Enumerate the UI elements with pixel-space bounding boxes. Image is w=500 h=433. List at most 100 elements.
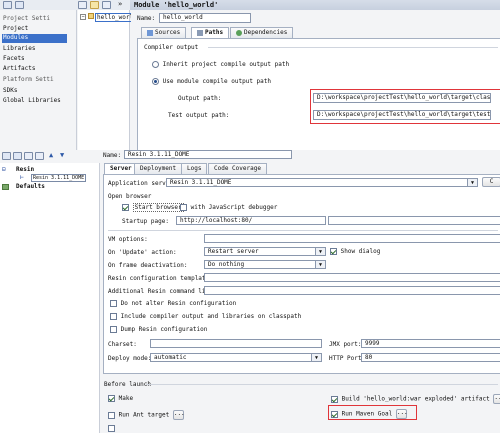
build-artifact-ellipsis-button[interactable]: ... [493, 394, 500, 404]
name-field[interactable]: hello_world [159, 13, 251, 23]
nav-item-modules: Modules [3, 34, 29, 41]
remove-config-icon[interactable] [13, 152, 22, 160]
run-ant-label: Run Ant target [118, 411, 170, 419]
http-port-field[interactable]: 80 [361, 353, 500, 362]
dump-resin-option[interactable]: Dump Resin configuration [110, 326, 207, 333]
resin-icon: ⊟ [2, 166, 6, 173]
add-config-icon[interactable] [2, 152, 11, 160]
chevron-down-icon: ▼ [315, 261, 325, 268]
tab-code-coverage[interactable]: Code Coverage [208, 163, 267, 174]
bottom-panel: ▲ ▼ Name: Resin 3.1.11_DOME ⊟ Resin ⊢ Re… [0, 150, 500, 433]
http-port-label: HTTP Port: [329, 355, 366, 362]
settings-nav: Project Setti Project Modules Libraries … [0, 10, 77, 150]
app-server-value: Resin 3.1.11_DOME [170, 179, 232, 186]
run-ant-ellipsis-button[interactable]: ... [172, 410, 185, 420]
deploy-mode-select[interactable]: automatic ▼ [150, 353, 322, 362]
tree-node-resin[interactable]: Resin [16, 166, 34, 173]
nav-item-modules-selected[interactable]: Modules [2, 34, 67, 43]
minus-icon[interactable] [102, 1, 111, 9]
top-panel: » Module 'hello_world' Project Setti Pro… [0, 0, 500, 150]
compiler-output-heading: Compiler output [144, 44, 199, 51]
startup-page-ext[interactable] [328, 216, 500, 225]
do-not-alter-option[interactable]: Do not alter Resin configuration [110, 300, 236, 307]
make-option[interactable]: Make [108, 395, 133, 402]
separator [108, 230, 498, 231]
move-up-icon[interactable]: ▲ [49, 151, 53, 159]
resin-conf-label: Resin configuration template: [108, 275, 213, 282]
resin-conf-field[interactable] [204, 273, 500, 282]
tab-paths[interactable]: Paths [191, 27, 230, 38]
charset-field[interactable] [150, 339, 322, 348]
module-tree: − hello_world [78, 10, 139, 150]
sources-icon [147, 29, 153, 36]
edit-config-icon[interactable] [35, 152, 44, 160]
app-server-select[interactable]: Resin 3.1.11_DOME ▼ [166, 178, 478, 187]
expand-icon[interactable]: − [80, 14, 86, 20]
show-dialog-checkbox[interactable] [330, 248, 337, 255]
tab-dependencies[interactable]: Dependencies [230, 27, 294, 38]
do-not-alter-checkbox[interactable] [110, 300, 117, 307]
move-down-icon[interactable]: ▼ [60, 151, 64, 159]
jmx-port-field[interactable]: 9999 [361, 339, 500, 348]
copy-icon[interactable] [15, 1, 24, 9]
partial-checkbox[interactable] [108, 425, 115, 432]
use-module-option[interactable]: Use module compile output path [152, 78, 271, 85]
vm-options-field[interactable] [204, 234, 500, 243]
run-ant-option[interactable]: Run Ant target ... [108, 410, 185, 420]
nav-item-artifacts[interactable]: Artifacts [3, 65, 36, 72]
chevron-down-icon: ▼ [467, 179, 477, 186]
paths-icon [197, 29, 203, 36]
defaults-icon [2, 184, 9, 190]
overflow-icon[interactable]: » [118, 0, 122, 8]
nav-item-sdks[interactable]: SDKs [3, 87, 17, 94]
use-module-radio[interactable] [152, 78, 159, 85]
server-tab-content: Application server: Resin 3.1.11_DOME ▼ … [103, 174, 500, 374]
tab-deployment[interactable]: Deployment [134, 163, 183, 174]
js-debugger-checkbox[interactable] [180, 204, 187, 211]
tab-sources[interactable]: Sources [141, 27, 187, 38]
use-module-label: Use module compile output path [162, 78, 271, 85]
build-artifact-option[interactable]: Build 'hello_world:war exploded' artifac… [331, 394, 500, 404]
jmx-port-label: JMX port: [329, 341, 362, 348]
configure-button[interactable]: C [482, 177, 500, 187]
include-compiler-option[interactable]: Include compiler output and libraries on… [110, 313, 301, 320]
open-browser-heading: Open browser [108, 193, 152, 200]
inherit-option[interactable]: Inherit project compile output path [152, 61, 289, 68]
config-name-field[interactable]: Resin 3.1.11_DOME [124, 150, 292, 159]
dump-resin-checkbox[interactable] [110, 326, 117, 333]
startup-page-field[interactable]: http://localhost:80/ [176, 216, 326, 225]
start-browser-option[interactable]: Start browser [122, 203, 184, 212]
folder-icon[interactable] [90, 1, 99, 9]
test-output-path-label: Test output path: [168, 112, 230, 119]
module-detail: Name: hello_world Sources Paths Dependen… [131, 10, 500, 150]
vm-options-label: VM options: [108, 236, 148, 243]
add-icon[interactable] [3, 1, 12, 9]
output-path-label: Output path: [178, 95, 222, 102]
tab-server[interactable]: Server [104, 163, 138, 174]
start-browser-checkbox[interactable] [122, 204, 129, 211]
nav-item-libraries[interactable]: Libraries [3, 45, 36, 52]
copy-config-icon[interactable] [24, 152, 33, 160]
partial-option[interactable] [108, 425, 115, 432]
make-checkbox[interactable] [108, 395, 115, 402]
include-compiler-checkbox[interactable] [110, 313, 117, 320]
additional-cmd-label: Additional Resin command line: [108, 288, 217, 295]
additional-cmd-field[interactable] [204, 286, 500, 295]
on-frame-select[interactable]: Do nothing ▼ [204, 260, 326, 269]
run-config-content: Server Deployment Logs Code Coverage App… [101, 163, 500, 433]
run-ant-checkbox[interactable] [108, 411, 115, 419]
on-frame-value: Do nothing [208, 261, 245, 268]
tab-logs[interactable]: Logs [181, 163, 208, 174]
on-frame-label: On frame deactivation: [108, 262, 188, 269]
on-update-select[interactable]: Restart server ▼ [204, 247, 326, 256]
tree-node-defaults[interactable]: Defaults [16, 183, 45, 190]
list-icon[interactable] [78, 1, 87, 9]
nav-item-facets[interactable]: Facets [3, 55, 25, 62]
show-dialog-option[interactable]: Show dialog [330, 248, 380, 255]
inherit-radio[interactable] [152, 61, 159, 68]
tree-node-resin-config[interactable]: Resin 3.1.11_DOME [31, 174, 87, 182]
nav-item-project[interactable]: Project [3, 25, 28, 32]
nav-item-global-libraries[interactable]: Global Libraries [3, 97, 61, 104]
js-debugger-option[interactable]: with JavaScript debugger [180, 204, 277, 211]
build-artifact-checkbox[interactable] [331, 395, 338, 403]
